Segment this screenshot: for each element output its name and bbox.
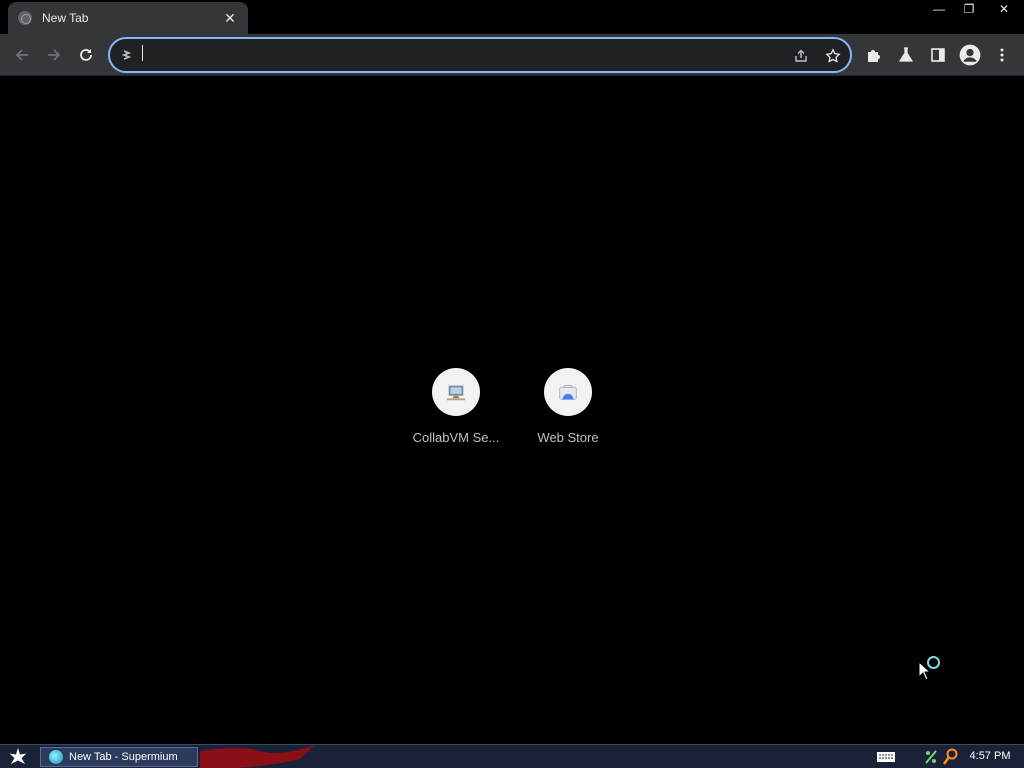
profile-button[interactable] [956, 41, 984, 69]
shortcut-label: CollabVM Se... [412, 430, 500, 445]
window-controls: — ❐ ✕ [924, 0, 1024, 18]
minimize-button[interactable]: — [924, 0, 954, 18]
menu-button[interactable] [988, 41, 1016, 69]
taskbar-window-button[interactable]: New Tab - Supermium [40, 747, 198, 767]
arrow-right-icon [48, 49, 61, 61]
start-button[interactable] [4, 747, 32, 767]
extensions-button[interactable] [860, 41, 888, 69]
loading-spinner-icon [927, 656, 940, 669]
forward-button[interactable] [40, 41, 68, 69]
taskbar-decoration [200, 745, 315, 768]
close-window-button[interactable]: ✕ [984, 0, 1024, 18]
tab-strip: New Tab ✕ — ❐ ✕ [0, 0, 1024, 34]
share-button[interactable] [790, 45, 812, 67]
puzzle-icon [868, 50, 880, 62]
tab-close-button[interactable]: ✕ [222, 10, 238, 26]
restore-button[interactable]: ❐ [954, 0, 984, 18]
share-icon [795, 49, 807, 62]
arrow-left-icon [15, 49, 28, 61]
network-icon[interactable] [924, 749, 938, 765]
taskbar-clock: 4:57 PM [969, 750, 1011, 762]
tab-new-tab[interactable]: New Tab ✕ [8, 2, 248, 34]
reload-icon [80, 49, 92, 61]
shortcut-label: Web Store [537, 430, 599, 445]
bookmark-button[interactable] [822, 45, 844, 67]
shortcut-collabvm[interactable]: CollabVM Se... [400, 368, 512, 458]
labs-button[interactable] [892, 41, 920, 69]
start-star-icon [9, 748, 27, 764]
taskbar: New Tab - Supermium 4:57 PM [0, 744, 1024, 768]
side-panel-button[interactable] [924, 41, 952, 69]
kebab-menu-icon [1000, 48, 1004, 62]
globe-icon [18, 11, 32, 25]
reload-button[interactable] [72, 41, 100, 69]
supermium-icon [49, 750, 63, 764]
shortcut-tile [544, 368, 592, 416]
avatar-icon [959, 44, 981, 66]
star-icon [825, 48, 841, 63]
tab-title: New Tab [42, 11, 89, 25]
side-panel-icon [931, 48, 945, 62]
shortcut-tile [432, 368, 480, 416]
keyboard-icon[interactable] [876, 750, 896, 764]
collabvm-icon [446, 385, 466, 401]
taskbar-window-label: New Tab - Supermium [69, 751, 178, 763]
address-bar[interactable] [108, 37, 852, 73]
shortcut-web-store[interactable]: Web Store [512, 368, 624, 458]
flask-icon [898, 47, 914, 62]
address-input[interactable] [142, 45, 762, 65]
text-caret [142, 45, 143, 61]
web-store-icon [559, 385, 577, 400]
search-icon [121, 50, 132, 60]
back-button[interactable] [8, 41, 36, 69]
search-icon[interactable] [942, 748, 958, 766]
toolbar [0, 34, 1024, 76]
